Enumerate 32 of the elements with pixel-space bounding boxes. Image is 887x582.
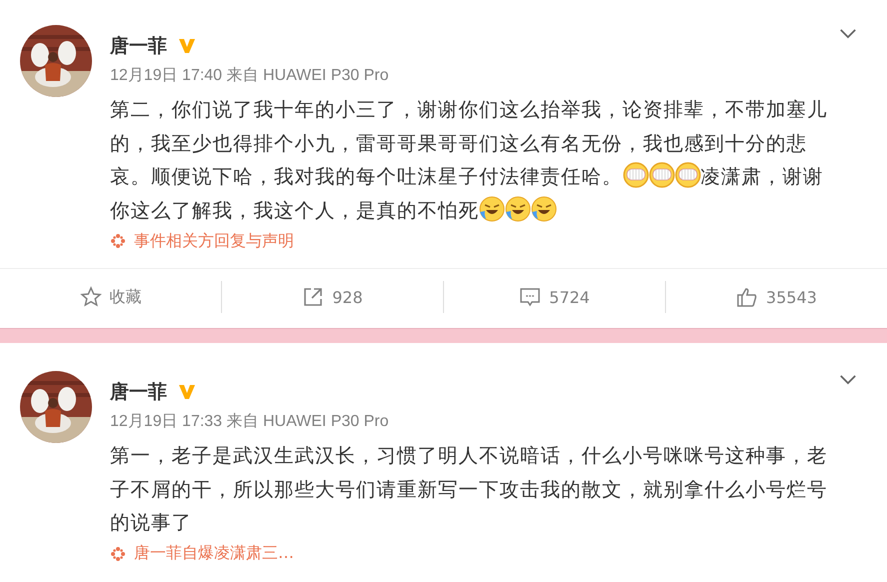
post-meta: 12月19日 17:33 来自 HUAWEI P30 Pro [110, 412, 390, 432]
action-label[interactable]: 35543 [766, 288, 817, 306]
author-name[interactable]: 唐一菲 [110, 379, 167, 405]
action-label[interactable]: 928 [332, 288, 363, 306]
flower-icon [110, 546, 126, 562]
star-icon[interactable] [80, 286, 102, 308]
author-name[interactable]: 唐一菲 [110, 33, 167, 59]
post-text: 第一，老子是武汉生武汉长，习惯了明人不说暗话，什么小号咪咪号这种事，老 [110, 444, 828, 467]
action-label[interactable]: 5724 [549, 288, 590, 306]
source-link[interactable]: 唐一菲自爆凌潇肃三… [134, 543, 294, 564]
laughing-tears-emoji-icon [479, 196, 505, 222]
action-label[interactable]: 收藏 [110, 286, 142, 308]
post-text: 哀。顺便说下哈，我对我的每个吐沫星子付法律责任哈。 [110, 165, 622, 188]
thumbs-up-icon[interactable] [736, 286, 758, 308]
post-text: 你这么了解我，我这个人，是真的不怕死 [110, 198, 479, 222]
post-text: 的，我至少也得排个小九，雷哥哥果哥哥们这么有名无份，我也感到十分的悲 [110, 132, 807, 154]
laughing-tears-emoji-icon [505, 196, 531, 222]
laughing-tears-emoji-icon [531, 196, 557, 222]
post-meta: 12月19日 17:40 来自 HUAWEI P30 Pro [110, 66, 390, 86]
post-text: 第二，你们说了我十年的小三了，谢谢你们这么抬举我，论资排辈，不带加塞儿 [110, 98, 828, 121]
grin-emoji-icon [648, 162, 674, 188]
share-icon[interactable] [302, 286, 324, 308]
post-text: 凌潇肃，谢谢 [700, 165, 824, 188]
comment-icon[interactable] [519, 286, 542, 308]
post-text: 的说事了 [110, 511, 192, 534]
chevron-down-icon[interactable] [839, 28, 857, 39]
flower-icon [110, 233, 126, 249]
chevron-down-icon[interactable] [839, 374, 857, 385]
grin-emoji-icon [622, 162, 648, 188]
source-link[interactable]: 事件相关方回复与声明 [134, 230, 294, 252]
grin-emoji-icon [674, 162, 700, 188]
post-text: 子不屑的干，所以那些大号们请重新写一下攻击我的散文，就别拿什么小号烂号 [110, 478, 828, 500]
